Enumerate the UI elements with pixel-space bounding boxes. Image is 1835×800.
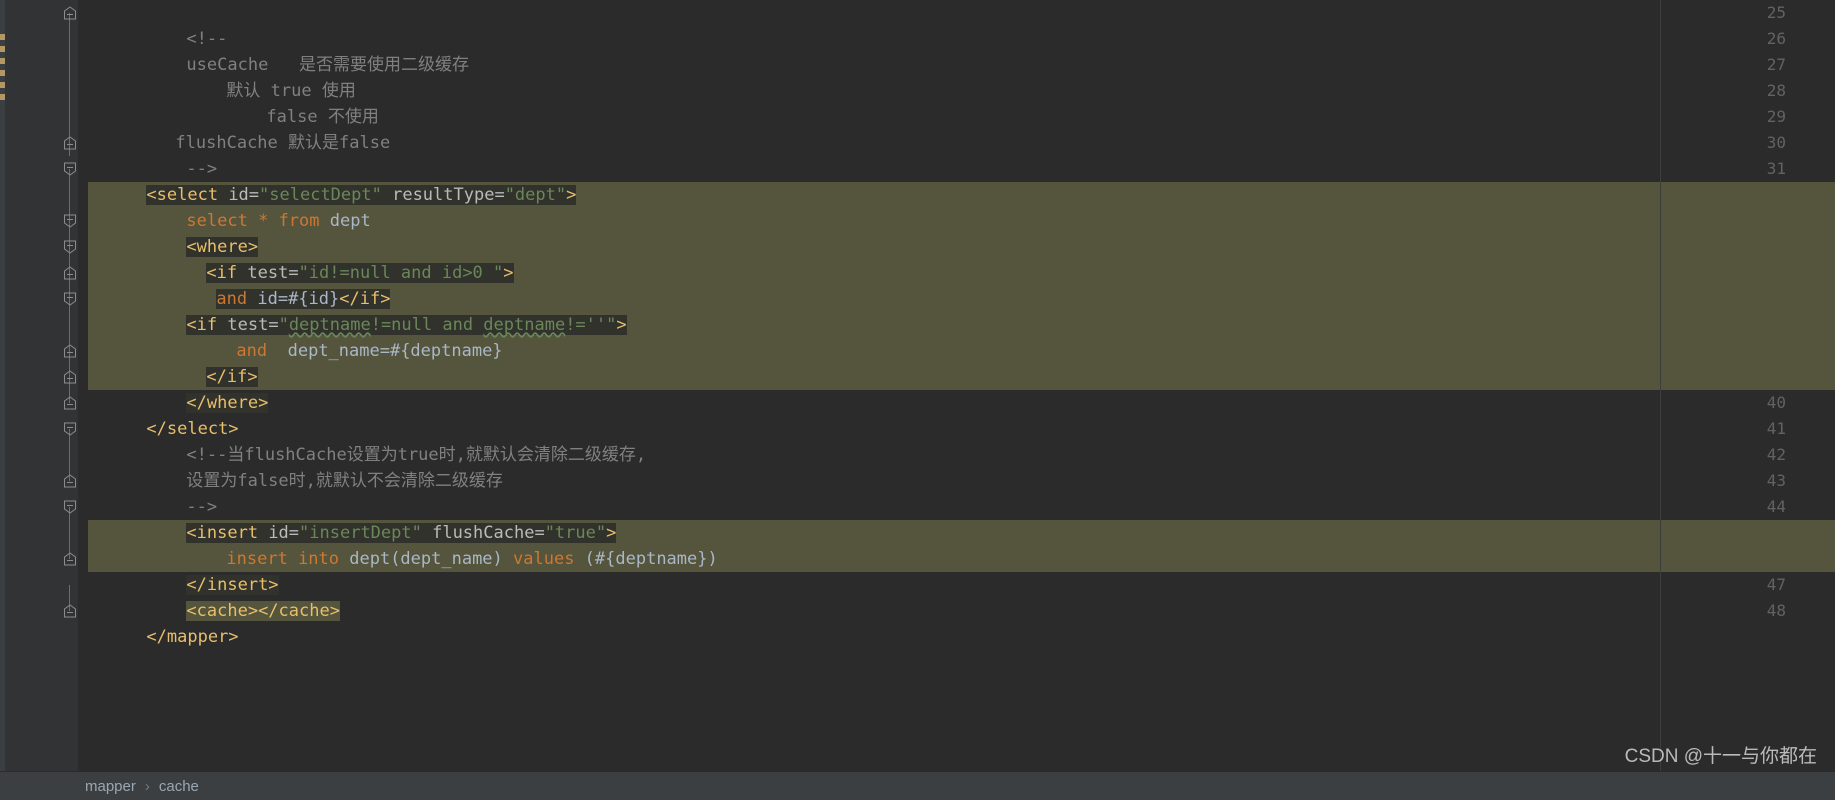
fold-end-icon[interactable] xyxy=(63,474,77,488)
breadcrumb-separator-icon: › xyxy=(144,778,150,795)
code-text-area[interactable]: <!-- useCache 是否需要使用二级缓存 默认 true 使用 fals… xyxy=(79,0,1835,772)
fold-end-icon[interactable] xyxy=(63,6,77,20)
code-line[interactable]: <select id="selectDept" resultType="dept… xyxy=(79,156,1835,205)
fold-end-icon[interactable] xyxy=(63,370,77,384)
code-line[interactable]: <cache></cache> xyxy=(79,572,1835,621)
code-line[interactable]: insert into dept(dept_name) values (#{de… xyxy=(79,520,1835,569)
mapper-close-tag[interactable]: </mapper> xyxy=(146,627,238,647)
fold-end-icon[interactable] xyxy=(63,266,77,280)
fold-start-icon[interactable] xyxy=(63,162,77,176)
code-line[interactable]: false 不使用 xyxy=(79,78,1835,127)
fold-end-icon[interactable] xyxy=(63,552,77,566)
fold-end-icon[interactable] xyxy=(63,396,77,410)
fold-start-icon[interactable] xyxy=(63,500,77,514)
code-line[interactable]: <insert id="insertDept" flushCache="true… xyxy=(79,494,1835,543)
code-editor[interactable]: 25 26 27 28 29 30 31 32 33 34 35 36 37 3… xyxy=(0,0,1835,800)
fold-start-icon[interactable] xyxy=(63,292,77,306)
code-line[interactable]: <!-- xyxy=(79,0,1835,49)
code-line[interactable]: and dept_name=#{deptname} xyxy=(79,312,1835,361)
fold-start-icon[interactable] xyxy=(63,214,77,228)
fold-region-line xyxy=(69,13,70,156)
code-line[interactable]: select * from dept xyxy=(79,182,1835,231)
code-line[interactable]: <if test="id!=null and id>0 "> xyxy=(79,234,1835,283)
code-line[interactable]: useCache 是否需要使用二级缓存 xyxy=(79,26,1835,75)
code-line[interactable]: <!--当flushCache设置为true时,就默认会清除二级缓存, xyxy=(79,416,1835,465)
code-line[interactable]: </mapper> xyxy=(79,598,1835,647)
code-line[interactable]: </insert> xyxy=(79,546,1835,595)
breadcrumb-item-mapper[interactable]: mapper xyxy=(85,778,136,795)
code-line[interactable]: </where> xyxy=(79,364,1835,413)
code-line[interactable]: and id=#{id}</if> xyxy=(79,260,1835,309)
fold-end-icon[interactable] xyxy=(63,604,77,618)
breadcrumb-item-cache[interactable]: cache xyxy=(159,778,199,795)
code-line[interactable]: 设置为false时,就默认不会清除二级缓存 xyxy=(79,442,1835,491)
code-line[interactable]: flushCache 默认是false xyxy=(79,104,1835,153)
fold-end-icon[interactable] xyxy=(63,344,77,358)
breadcrumb-bar: mapper › cache xyxy=(0,771,1835,800)
breadcrumb: mapper › cache xyxy=(85,778,199,795)
code-line[interactable]: </if> xyxy=(79,338,1835,387)
csdn-watermark: CSDN @十一与你都在 xyxy=(1624,746,1817,767)
fold-start-icon[interactable] xyxy=(63,240,77,254)
fold-end-icon[interactable] xyxy=(63,136,77,150)
code-line[interactable]: --> xyxy=(79,468,1835,517)
code-line[interactable]: 默认 true 使用 xyxy=(79,52,1835,101)
code-line[interactable]: --> xyxy=(79,130,1835,179)
code-folding-column[interactable] xyxy=(5,0,78,772)
code-line[interactable]: <if test="deptname!=null and deptname!='… xyxy=(79,286,1835,335)
code-line[interactable]: <where> xyxy=(79,208,1835,257)
fold-start-icon[interactable] xyxy=(63,422,77,436)
code-line[interactable]: </select> xyxy=(79,390,1835,439)
